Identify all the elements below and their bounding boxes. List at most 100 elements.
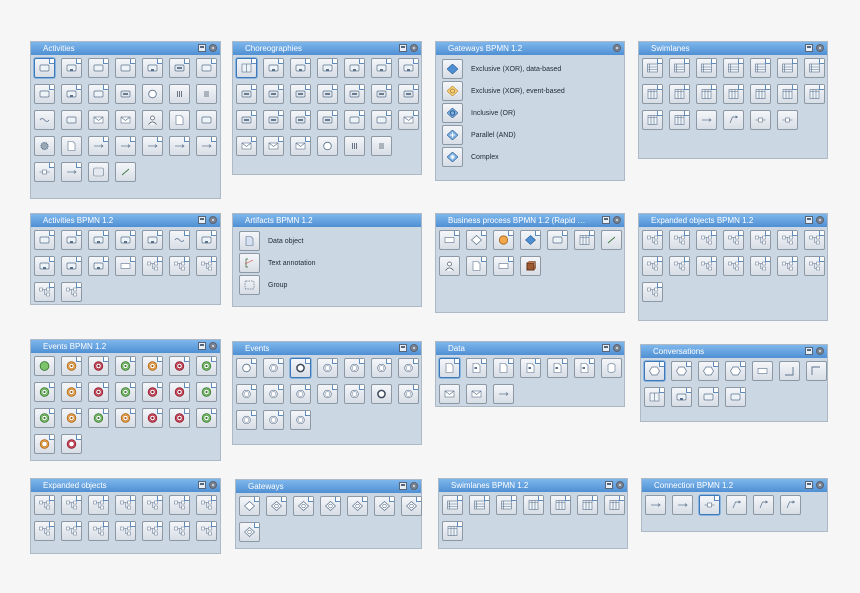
expanded-object-tile[interactable] — [750, 256, 771, 276]
task-tile[interactable] — [88, 84, 109, 104]
expanded-object-tile[interactable] — [142, 495, 163, 515]
process-shape-tile[interactable] — [439, 230, 460, 250]
close-icon[interactable] — [613, 216, 621, 224]
conversation-shape-tile[interactable] — [644, 387, 665, 407]
task-tile[interactable] — [169, 84, 190, 104]
conversation-shape-tile[interactable] — [698, 387, 719, 407]
swimlane-bpmn-tile[interactable] — [442, 521, 463, 541]
data-shape-tile[interactable] — [493, 358, 514, 378]
expanded-object-tile[interactable] — [34, 495, 55, 515]
bpmn-event-tile[interactable] — [169, 356, 190, 376]
event-tile[interactable] — [236, 358, 257, 378]
expanded-object-tile[interactable] — [777, 230, 798, 250]
bpmn-event-tile[interactable] — [196, 408, 217, 428]
swimlane-tile[interactable] — [804, 58, 825, 78]
save-icon[interactable] — [805, 44, 813, 52]
process-shape-tile[interactable] — [547, 230, 568, 250]
task-tile[interactable] — [88, 58, 109, 78]
expanded-object-tile[interactable] — [723, 256, 744, 276]
event-tile[interactable] — [371, 384, 392, 404]
data-shape-tile[interactable] — [439, 384, 460, 404]
list-item[interactable]: Parallel (AND) — [442, 124, 565, 146]
swimlane-bpmn-tile[interactable] — [523, 495, 544, 515]
expanded-object-tile[interactable] — [115, 495, 136, 515]
bpmn-activity-tile[interactable] — [88, 230, 109, 250]
save-icon[interactable] — [805, 216, 813, 224]
choreography-tile[interactable] — [263, 110, 284, 130]
event-tile[interactable] — [317, 384, 338, 404]
swimlane-tile[interactable] — [750, 84, 771, 104]
event-tile[interactable] — [290, 410, 311, 430]
conversation-shape-tile[interactable] — [806, 361, 827, 381]
swimlane-tile[interactable] — [642, 84, 663, 104]
close-icon[interactable] — [816, 347, 824, 355]
save-icon[interactable] — [605, 481, 613, 489]
bpmn-event-tile[interactable] — [142, 408, 163, 428]
task-tile[interactable] — [34, 162, 55, 182]
data-shape-tile[interactable] — [439, 358, 460, 378]
conversation-shape-tile[interactable] — [725, 387, 746, 407]
task-tile[interactable] — [115, 162, 136, 182]
bpmn-event-tile[interactable] — [115, 356, 136, 376]
process-shape-tile[interactable] — [493, 256, 514, 276]
list-item[interactable]: Text annotation — [239, 252, 315, 274]
list-item[interactable]: Complex — [442, 146, 565, 168]
save-icon[interactable] — [805, 481, 813, 489]
process-shape-tile[interactable] — [520, 256, 541, 276]
choreography-tile[interactable] — [317, 136, 338, 156]
bpmn-event-tile[interactable] — [34, 356, 55, 376]
expanded-object-tile[interactable] — [777, 256, 798, 276]
bpmn-event-tile[interactable] — [88, 382, 109, 402]
expanded-object-tile[interactable] — [642, 282, 663, 302]
choreography-tile[interactable] — [263, 84, 284, 104]
diamond-pentagon-icon[interactable] — [442, 81, 463, 101]
save-icon[interactable] — [602, 216, 610, 224]
bpmn-activity-tile[interactable] — [169, 230, 190, 250]
choreography-tile[interactable] — [398, 110, 419, 130]
event-tile[interactable] — [263, 410, 284, 430]
bpmn-activity-tile[interactable] — [142, 230, 163, 250]
process-shape-tile[interactable] — [466, 256, 487, 276]
bpmn-activity-tile[interactable] — [34, 256, 55, 276]
close-icon[interactable] — [816, 44, 824, 52]
expanded-object-tile[interactable] — [669, 230, 690, 250]
bpmn-event-tile[interactable] — [142, 356, 163, 376]
connector-tile[interactable] — [672, 495, 693, 515]
event-tile[interactable] — [263, 384, 284, 404]
expanded-object-tile[interactable] — [88, 521, 109, 541]
choreography-tile[interactable] — [371, 110, 392, 130]
task-tile[interactable] — [115, 84, 136, 104]
choreography-tile[interactable] — [344, 110, 365, 130]
process-shape-tile[interactable] — [493, 230, 514, 250]
event-tile[interactable] — [263, 358, 284, 378]
event-tile[interactable] — [236, 410, 257, 430]
swimlane-bpmn-tile[interactable] — [469, 495, 490, 515]
task-tile[interactable] — [169, 110, 190, 130]
choreography-tile[interactable] — [317, 58, 338, 78]
process-shape-tile[interactable] — [439, 256, 460, 276]
bpmn-event-tile[interactable] — [88, 408, 109, 428]
expanded-object-tile[interactable] — [115, 521, 136, 541]
swimlane-bpmn-tile[interactable] — [496, 495, 517, 515]
task-tile[interactable] — [61, 136, 82, 156]
swimlane-tile[interactable] — [669, 58, 690, 78]
data-shape-tile[interactable] — [574, 358, 595, 378]
event-tile[interactable] — [290, 384, 311, 404]
choreography-tile[interactable] — [290, 136, 311, 156]
connector-tile[interactable] — [645, 495, 666, 515]
bpmn-event-tile[interactable] — [115, 382, 136, 402]
task-tile[interactable] — [196, 136, 217, 156]
swimlane-bpmn-tile[interactable] — [550, 495, 571, 515]
swimlane-tile[interactable] — [642, 110, 663, 130]
close-icon[interactable] — [410, 482, 418, 490]
task-tile[interactable] — [169, 136, 190, 156]
expanded-object-tile[interactable] — [696, 256, 717, 276]
expanded-object-tile[interactable] — [196, 495, 217, 515]
task-tile[interactable] — [61, 110, 82, 130]
choreography-tile[interactable] — [236, 58, 257, 78]
bpmn-activity-tile[interactable] — [61, 256, 82, 276]
swimlane-tile[interactable] — [696, 84, 717, 104]
data-shape-tile[interactable] — [466, 358, 487, 378]
connector-tile[interactable] — [726, 495, 747, 515]
task-tile[interactable] — [34, 58, 55, 78]
